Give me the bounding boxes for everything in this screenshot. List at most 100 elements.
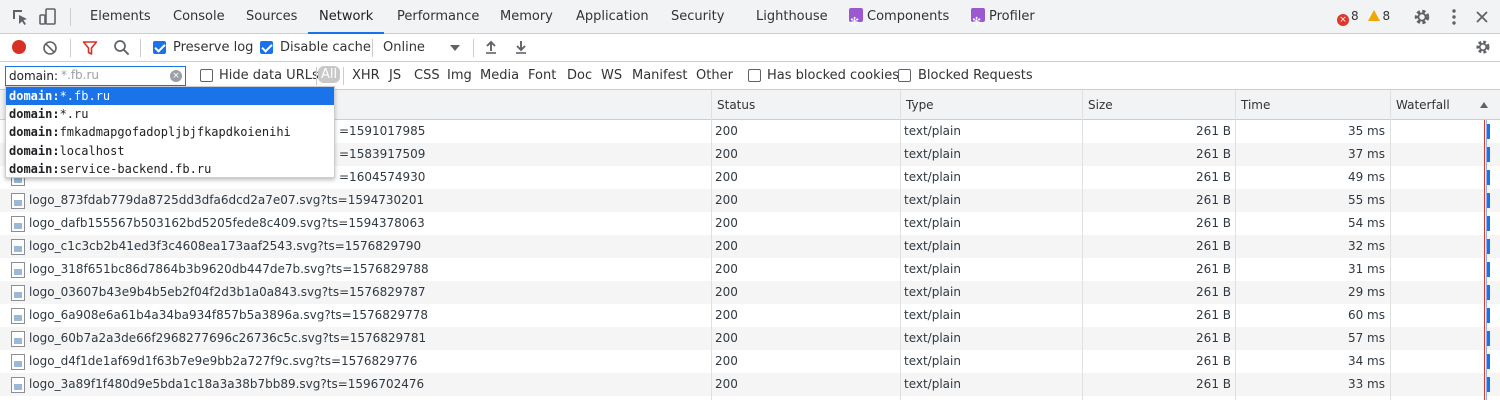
waterfall-bar [1487,377,1490,392]
record-button[interactable] [12,40,26,54]
throttling-select[interactable]: Online [383,34,463,62]
table-row[interactable]: logo_873fdab779da8725dd3dfa6dcd2a7e07.sv… [0,189,1500,212]
column-header-size[interactable]: Size [1082,90,1236,120]
filter-input-box[interactable]: *.fb.ru × [5,66,186,86]
warning-icon [1368,10,1381,21]
clear-filter-icon[interactable]: × [170,70,182,82]
waterfall-bar [1487,331,1490,346]
request-type: text/plain [904,308,961,322]
preserve-log-checkbox[interactable] [153,41,166,54]
type-filter-css[interactable]: CSS [414,68,440,83]
request-status: 200 [715,354,738,368]
type-filter-font[interactable]: Font [528,68,556,83]
request-size: 261 B [1196,285,1231,299]
request-name: logo_dafb155567b503162bd5205fede8c409.sv… [29,216,425,230]
network-settings-gear-icon[interactable] [1474,38,1492,56]
waterfall-bar [1487,193,1490,208]
table-row[interactable]: logo_03607b43e9b4b5eb2f04f2d3b1a0a843.sv… [0,281,1500,304]
request-status: 200 [715,147,738,161]
suggestion-item[interactable]: domain:*.ru [6,105,334,123]
tab-lighthouse[interactable]: Lighthouse [756,0,828,34]
request-type: text/plain [904,124,961,138]
column-header-status[interactable]: Status [711,90,901,120]
type-filter-doc[interactable]: Doc [567,68,592,83]
tab-performance[interactable]: Performance [397,0,479,34]
request-type: text/plain [904,354,961,368]
request-time: 37 ms [1347,147,1385,161]
tab-application[interactable]: Application [576,0,649,34]
blocked-requests-checkbox[interactable] [898,69,911,82]
clear-icon[interactable] [42,40,58,56]
type-filter-xhr[interactable]: XHR [352,68,380,83]
request-status: 200 [715,285,738,299]
table-row[interactable]: logo_318f651bc86d7864b3b9620db447de7b.sv… [0,258,1500,281]
request-type: text/plain [904,331,961,345]
request-size: 261 B [1196,147,1231,161]
column-header-time[interactable]: Time [1235,90,1391,120]
filter-icon[interactable] [82,40,98,56]
suggestion-item[interactable]: domain:service-backend.fb.ru [6,160,334,178]
table-row[interactable]: logo_3a89f1f480d9e5bda1c18a3a38b7bb89.sv… [0,373,1500,396]
file-icon [11,193,25,209]
type-filter-all[interactable]: All [318,66,341,83]
table-row[interactable]: logo_dafb155567b503162bd5205fede8c409.sv… [0,212,1500,235]
table-row[interactable]: logo_60b7a2a3de66f2968277696c26736c5c.sv… [0,327,1500,350]
type-filter-js[interactable]: JS [389,68,401,83]
disable-cache-label: Disable cache [280,40,371,55]
suggestion-item[interactable]: domain:fmkadmapgofadopljbjfkapdkoienihi [6,123,334,141]
disable-cache-checkbox[interactable] [260,41,273,54]
tab-elements[interactable]: Elements [90,0,151,34]
tab-profiler[interactable]: Profiler [971,0,1035,39]
tab-components[interactable]: Components [849,0,949,39]
type-filter-media[interactable]: Media [480,68,519,83]
request-size: 261 B [1196,170,1231,184]
request-name: logo_c1c3cb2b41ed3f3c4608ea173aaf2543.sv… [29,239,422,253]
table-row[interactable]: logo_c1c3cb2b41ed3f3c4608ea173aaf2543.sv… [0,235,1500,258]
request-time: 55 ms [1347,193,1385,207]
network-toolbar: Preserve log Disable cache Online [0,34,1500,62]
request-status: 200 [715,193,738,207]
error-icon: × [1337,14,1349,26]
hide-data-urls-label: Hide data URLs [219,68,319,83]
request-size: 261 B [1196,308,1231,322]
tab-network[interactable]: Network [308,0,385,34]
column-header-type[interactable]: Type [900,90,1083,120]
request-size: 261 B [1196,216,1231,230]
tab-memory[interactable]: Memory [500,0,553,34]
has-blocked-cookies-checkbox[interactable] [748,69,761,82]
search-icon[interactable] [113,39,130,56]
close-icon[interactable] [1472,7,1492,27]
request-name: logo_318f651bc86d7864b3b9620db447de7b.sv… [29,262,429,276]
tab-security[interactable]: Security [671,0,724,34]
table-row[interactable]: logo_6a908e6a61b4a34ba934f857b5a3896a.sv… [0,304,1500,327]
inspect-element-icon[interactable] [10,7,30,27]
request-name: logo_03607b43e9b4b5eb2f04f2d3b1a0a843.sv… [29,285,426,299]
gear-icon[interactable] [1412,7,1432,27]
column-header-waterfall[interactable]: Waterfall [1390,90,1500,120]
file-icon [11,354,25,370]
issue-badges[interactable]: × 8 8 [1337,9,1390,26]
request-size: 261 B [1196,193,1231,207]
filter-placeholder: *.fb.ru [61,68,100,82]
request-size: 261 B [1196,124,1231,138]
waterfall-domcontentloaded-line [1486,120,1487,400]
more-options-icon[interactable] [1444,7,1464,27]
tab-sources[interactable]: Sources [246,0,297,34]
table-row[interactable]: logo_d4f1de1af69d1f63b7e9e9bb2a727f9c.sv… [0,350,1500,373]
file-icon [11,377,25,393]
request-time: 31 ms [1347,262,1385,276]
import-har-icon[interactable] [484,39,498,55]
type-filter-ws[interactable]: WS [601,68,622,83]
type-filter-img[interactable]: Img [447,68,472,83]
device-toolbar-icon[interactable] [38,7,58,27]
tab-console[interactable]: Console [173,0,225,34]
type-filter-manifest[interactable]: Manifest [632,68,687,83]
suggestion-item[interactable]: domain:*.fb.ru [6,87,334,105]
request-time: 35 ms [1347,124,1385,138]
hide-data-urls-checkbox[interactable] [200,69,213,82]
type-filter-other[interactable]: Other [696,68,733,83]
suggestion-item[interactable]: domain:localhost [6,142,334,160]
export-har-icon[interactable] [514,39,528,55]
request-time: 60 ms [1347,308,1385,322]
react-icon [971,5,985,39]
